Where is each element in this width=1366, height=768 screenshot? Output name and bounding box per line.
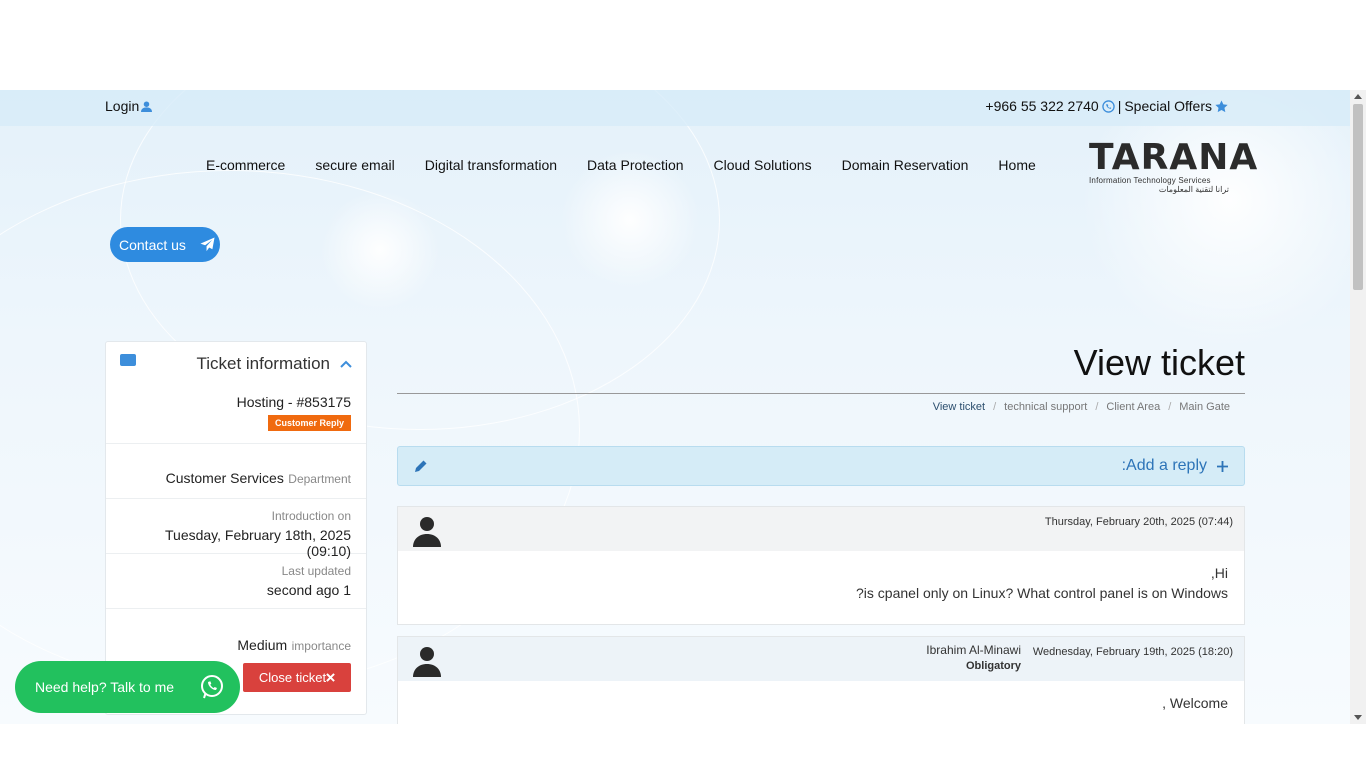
breadcrumb-view-ticket: View ticket — [932, 401, 986, 413]
whatsapp-icon[interactable] — [1101, 99, 1115, 113]
breadcrumb-main-gate[interactable]: Main Gate — [1179, 401, 1230, 413]
department-value: Customer Services — [165, 470, 284, 486]
user-avatar-icon — [413, 517, 441, 547]
user-icon — [141, 100, 153, 112]
last-updated-section: Last updated second ago 1 — [106, 554, 366, 609]
priority-value: Medium — [237, 637, 288, 653]
main-nav: E-commerce secure email Digital transfor… — [206, 157, 1066, 173]
login-link[interactable]: Login — [105, 98, 153, 114]
close-ticket-button[interactable]: Close ticket — [243, 663, 351, 692]
scroll-up-arrow[interactable] — [1354, 94, 1362, 99]
special-offers-link[interactable]: Special Offers — [1124, 98, 1212, 114]
message-author: Ibrahim Al-Minawi — [926, 643, 1021, 657]
nav-item-cloud-solutions[interactable]: Cloud Solutions — [714, 157, 812, 173]
site-logo[interactable]: TARANA Information Technology Services ت… — [1089, 137, 1259, 195]
message-body: ,Hi ?is cpanel only on Linux? What contr… — [398, 551, 1244, 615]
close-ticket-label: Close ticket — [258, 670, 327, 685]
ticket-message: Thursday, February 20th, 2025 (07:44) ,H… — [397, 506, 1245, 625]
page-title: View ticket — [1073, 342, 1245, 383]
logo-name: TARANA — [1089, 137, 1259, 178]
message-line: ,Hi — [1210, 565, 1228, 581]
scroll-thumb[interactable] — [1353, 104, 1363, 290]
ticket-icon — [120, 354, 136, 366]
user-avatar-icon — [413, 647, 441, 677]
contact-us-button[interactable]: Contact us — [110, 227, 220, 262]
login-label: Login — [105, 98, 140, 114]
background-glow — [1080, 90, 1366, 350]
message-header: Thursday, February 20th, 2025 (07:44) — [398, 507, 1244, 551]
scroll-down-arrow[interactable] — [1354, 715, 1362, 720]
page-scrollbar[interactable] — [1350, 90, 1366, 724]
page-viewport: Login +966 55 322 2740 | Special Offers … — [0, 90, 1366, 724]
close-icon — [326, 673, 335, 682]
pencil-icon — [415, 460, 427, 472]
nav-item-data-protection[interactable]: Data Protection — [587, 157, 684, 173]
last-updated-label: Last updated — [281, 564, 351, 578]
intro-section: Introduction on Tuesday, February 18th, … — [106, 499, 366, 559]
phone-number[interactable]: +966 55 322 2740 — [985, 98, 1098, 114]
add-reply-label: :Add a reply — [1121, 457, 1207, 474]
breadcrumb-separator: / — [993, 401, 997, 413]
nav-item-digital-transformation[interactable]: Digital transformation — [425, 157, 557, 173]
nav-item-home[interactable]: Home — [998, 157, 1035, 173]
top-bar: Login +966 55 322 2740 | Special Offers — [0, 90, 1350, 126]
ticket-reference: Hosting - #853175 — [236, 394, 351, 410]
priority-label: importance — [291, 639, 351, 653]
nav-item-domain-reservation[interactable]: Domain Reservation — [842, 157, 969, 173]
message-date: Thursday, February 20th, 2025 (07:44) — [1044, 516, 1233, 528]
nav-item-ecommerce[interactable]: E-commerce — [206, 157, 285, 173]
whatsapp-chat-icon — [190, 665, 234, 709]
breadcrumb: View ticket / technical support / Client… — [933, 401, 1230, 413]
breadcrumb-separator: / — [1095, 401, 1099, 413]
department-section: Customer Services Department — [106, 444, 366, 499]
department-label: Department — [288, 472, 351, 486]
breadcrumb-separator: / — [1168, 401, 1172, 413]
whatsapp-chat-label: Need help? Talk to me — [35, 679, 175, 695]
ticket-ref-section: Hosting - #853175 Customer Reply — [106, 386, 366, 444]
message-header: Ibrahim Al-Minawi Obligatory Wednesday, … — [398, 637, 1244, 681]
plus-icon — [1217, 460, 1228, 472]
intro-label: Introduction on — [271, 509, 351, 523]
breadcrumb-technical-support[interactable]: technical support — [1004, 401, 1087, 413]
title-divider — [397, 393, 1245, 394]
whatsapp-chat-button[interactable]: Need help? Talk to me — [15, 661, 240, 713]
chevron-up-icon[interactable] — [340, 360, 352, 368]
message-author-block: Ibrahim Al-Minawi Obligatory — [926, 643, 1021, 672]
top-separator: | — [1117, 98, 1122, 114]
message-line: ?is cpanel only on Linux? What control p… — [856, 585, 1228, 601]
message-date: Wednesday, February 19th, 2025 (18:20) — [1032, 646, 1233, 658]
star-icon — [1215, 99, 1228, 112]
priority-section: Medium importance — [106, 609, 366, 664]
paper-plane-icon — [200, 237, 215, 252]
ticket-info-panel: Ticket information Hosting - #853175 Cus… — [105, 341, 367, 715]
top-right-links: +966 55 322 2740 | Special Offers — [985, 98, 1228, 114]
ticket-message: Ibrahim Al-Minawi Obligatory Wednesday, … — [397, 636, 1245, 724]
ticket-info-title: Ticket information — [196, 354, 330, 373]
ticket-info-header[interactable]: Ticket information — [106, 342, 366, 386]
message-line: , Welcome — [1162, 695, 1228, 711]
add-reply-bar[interactable]: :Add a reply — [397, 446, 1245, 486]
breadcrumb-client-area[interactable]: Client Area — [1106, 401, 1160, 413]
logo-arabic: ترانا لتقنية المعلومات — [1158, 185, 1229, 194]
message-author-role: Obligatory — [965, 660, 1021, 672]
message-body: , Welcome — [398, 681, 1244, 724]
nav-item-secure-email[interactable]: secure email — [315, 157, 394, 173]
last-updated-value: second ago 1 — [266, 582, 351, 598]
status-badge: Customer Reply — [267, 415, 351, 431]
contact-us-label: Contact us — [119, 236, 186, 253]
